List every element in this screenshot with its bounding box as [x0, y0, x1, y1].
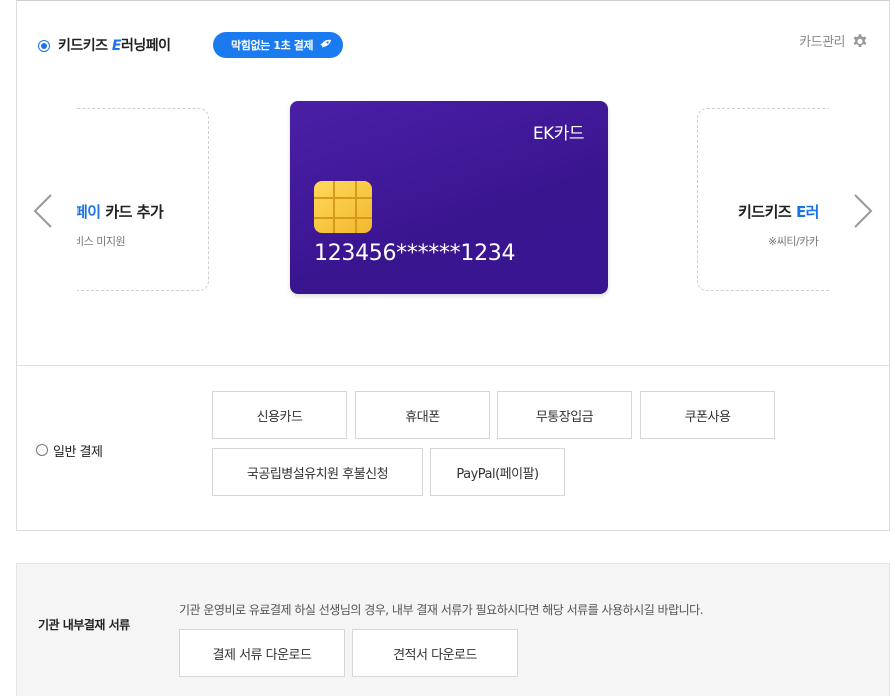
internal-documents-panel: 기관 내부결재 서류 기관 운영비로 유료결제 하실 선생님의 경우, 내부 결…	[16, 563, 890, 696]
coupon-button[interactable]: 쿠폰사용	[640, 391, 775, 439]
card-name: EK카드	[532, 124, 585, 144]
payment-panel: 키드키즈 E러닝페이 막힘없는 1초 결제 카드관리 - 페이 카드 추가 비스…	[16, 0, 890, 531]
card-chip-icon	[314, 181, 372, 233]
credit-card-button[interactable]: 신용카드	[212, 391, 347, 439]
easy-pay-title: 키드키즈 E러닝페이	[58, 38, 171, 54]
ek-card[interactable]: EK카드 123456******1234	[290, 101, 608, 294]
documents-description: 기관 운영비로 유료결제 하실 선생님의 경우, 내부 결재 서류가 필요하시다…	[179, 603, 704, 617]
add-card-slide[interactable]: - 페이 카드 추가 비스 미지원	[77, 108, 209, 291]
deferred-payment-button[interactable]: 국공립병설유치원 후불신청	[212, 448, 423, 496]
easy-pay-radio[interactable]	[38, 40, 50, 52]
divider	[17, 365, 889, 366]
card-manage-link[interactable]: 카드관리	[799, 31, 869, 50]
add-card-title: 페이 카드 추가	[77, 203, 164, 221]
carousel-prev-arrow[interactable]	[31, 191, 55, 231]
one-second-pay-badge: 막힘없는 1초 결제	[213, 32, 344, 58]
paypal-button[interactable]: PayPal(페이팔)	[430, 448, 565, 496]
rocket-icon	[318, 37, 332, 54]
kidkids-pay-slide[interactable]: - 키드키즈 E러 ※씨티/카카	[697, 108, 829, 291]
general-pay-label: 일반 결제	[53, 445, 103, 460]
kidkids-pay-title: 키드키즈 E러	[738, 203, 819, 221]
mobile-phone-button[interactable]: 휴대폰	[355, 391, 490, 439]
card-number: 123456******1234	[314, 241, 516, 266]
bank-transfer-button[interactable]: 무통장입금	[497, 391, 632, 439]
general-pay-radio[interactable]	[36, 444, 48, 456]
documents-label: 기관 내부결재 서류	[38, 618, 130, 632]
gear-icon	[853, 33, 867, 47]
payment-document-download-button[interactable]: 결제 서류 다운로드	[179, 629, 345, 677]
carousel-next-arrow[interactable]	[851, 191, 875, 231]
quote-download-button[interactable]: 견적서 다운로드	[352, 629, 518, 677]
